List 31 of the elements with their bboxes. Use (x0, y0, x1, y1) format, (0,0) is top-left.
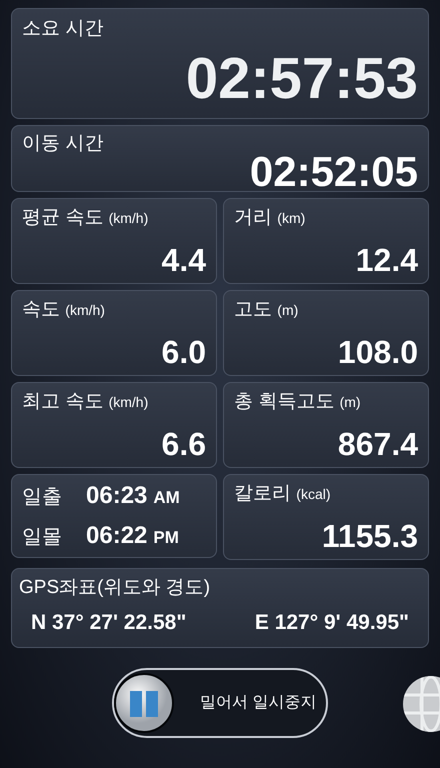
globe-icon[interactable] (402, 675, 440, 733)
am-pm: AM (153, 487, 180, 509)
stat-label: 최고 속도 (km/h) (22, 390, 148, 414)
stat-value: 1155.3 (322, 517, 418, 555)
stat-value: 867.4 (338, 425, 418, 463)
stat-value: 108.0 (338, 333, 418, 371)
sun-label: 일몰 (22, 525, 63, 550)
latitude: N 37° 27' 22.58" (31, 610, 186, 636)
stat-label: 거리 (km) (234, 206, 306, 230)
stat-label: 평균 속도 (km/h) (22, 206, 148, 230)
pause-slider[interactable]: 밀어서 일시중지 (112, 668, 328, 738)
sun-time: 06:22 (86, 521, 148, 551)
stat-label: 총 획득고도 (m) (234, 390, 361, 414)
stat-label: 고도 (m) (234, 298, 298, 322)
elapsed-time-value: 02:57:53 (186, 47, 418, 111)
stat-label: 속도 (km/h) (22, 298, 105, 322)
am-pm: PM (153, 527, 179, 549)
panel-label: 이동 시간 (22, 132, 104, 156)
stat-value: 6.0 (162, 333, 206, 371)
stat-label: 칼로리 (kcal) (234, 482, 331, 506)
sun-label: 일출 (22, 485, 63, 510)
longitude: E 127° 9' 49.95" (254, 610, 409, 636)
panel-label: 소요 시간 (22, 17, 104, 41)
stat-value: 6.6 (162, 425, 206, 463)
stat-value: 12.4 (356, 241, 418, 279)
gps-label: GPS좌표(위도와 경도) (19, 576, 210, 600)
moving-time-value: 02:52:05 (250, 152, 418, 192)
stat-value: 4.4 (162, 241, 206, 279)
pause-handle-icon[interactable] (114, 673, 174, 733)
slider-label: 밀어서 일시중지 (200, 693, 316, 713)
sun-time: 06:23 (86, 481, 148, 511)
